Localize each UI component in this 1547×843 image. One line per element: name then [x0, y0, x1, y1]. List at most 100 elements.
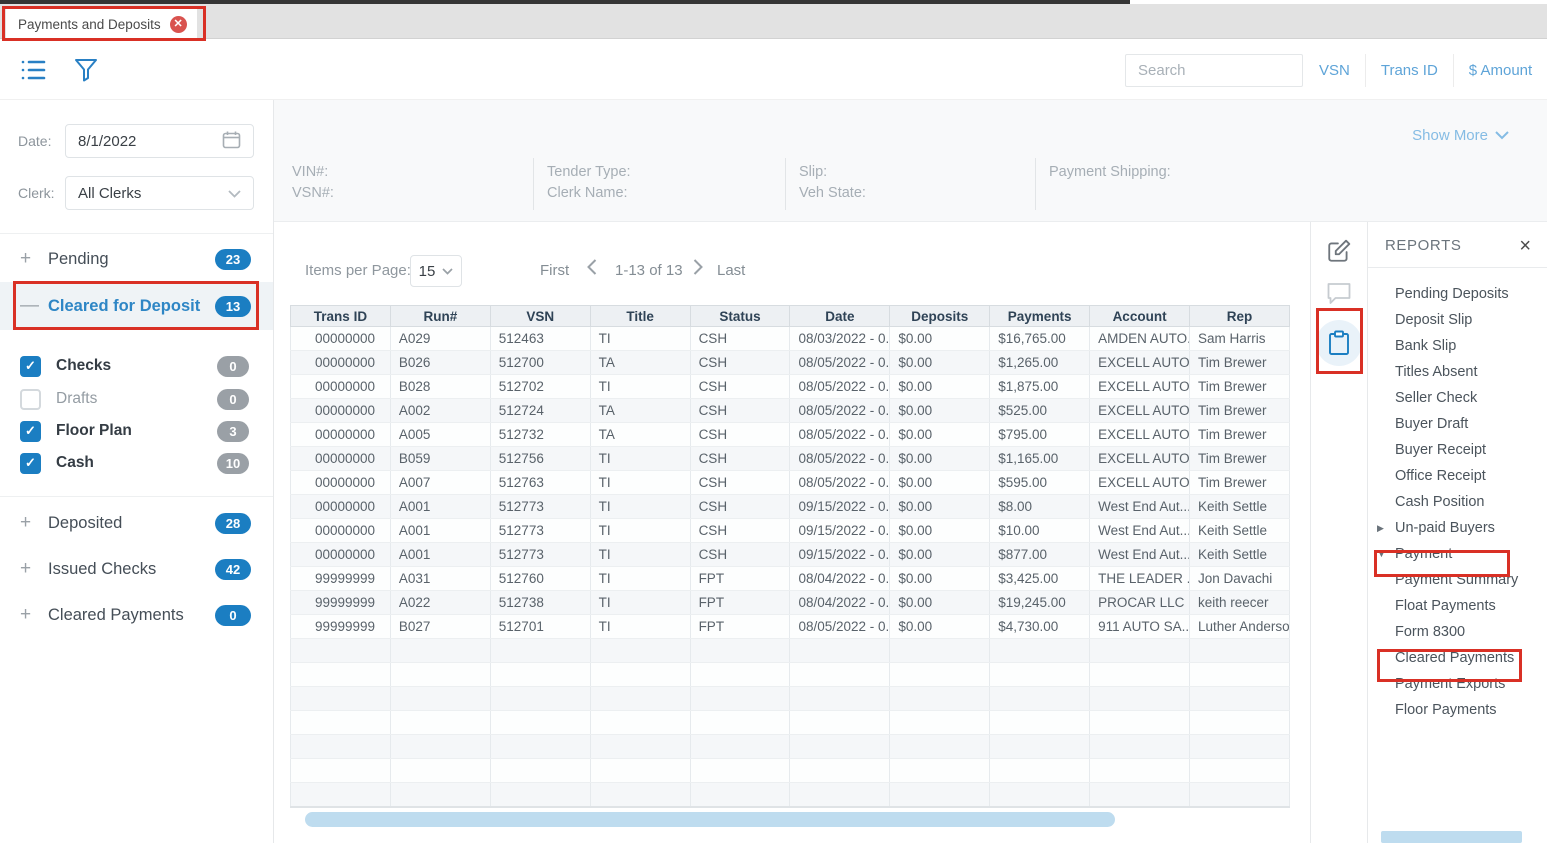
items-per-page-select[interactable]: 15 — [410, 255, 462, 287]
column-header-account[interactable]: Account — [1090, 306, 1190, 327]
report-item-un-paid-buyers[interactable]: ▶Un-paid Buyers — [1368, 515, 1547, 541]
filter-checks[interactable]: ✓ Checks 0 — [0, 350, 273, 382]
table-empty-cell — [790, 711, 890, 735]
filter-drafts[interactable]: Drafts 0 — [0, 383, 273, 415]
table-row[interactable]: 00000000A001512773TICSH09/15/2022 - 0...… — [291, 495, 1290, 519]
report-item-floor-payments[interactable]: Floor Payments — [1368, 697, 1547, 723]
date-input[interactable]: 8/1/2022 — [65, 124, 254, 158]
cash-checkbox[interactable]: ✓ — [20, 453, 41, 474]
column-header-deposits[interactable]: Deposits — [890, 306, 990, 327]
sidebar-group-cleared-for-deposit[interactable]: — Cleared for Deposit 13 — [0, 282, 273, 330]
table-row[interactable]: 00000000B028512702TICSH08/05/2022 - 0...… — [291, 375, 1290, 399]
floor-plan-checkbox[interactable]: ✓ — [20, 421, 41, 442]
table-cell: 08/05/2022 - 0... — [790, 399, 890, 423]
report-item-office-receipt[interactable]: Office Receipt — [1368, 463, 1547, 489]
show-more-link[interactable]: Show More — [1412, 127, 1509, 144]
amount-button[interactable]: $ Amount — [1454, 54, 1547, 87]
report-item-cleared-payments[interactable]: Cleared Payments — [1368, 645, 1547, 671]
clerk-select[interactable]: All Clerks — [65, 176, 254, 210]
report-item-pending-deposits[interactable]: Pending Deposits — [1368, 281, 1547, 307]
filter-cash[interactable]: ✓ Cash 10 — [0, 447, 273, 479]
table-cell: 08/05/2022 - 0... — [790, 471, 890, 495]
sidebar-group-cleared-payments[interactable]: + Cleared Payments 0 — [0, 597, 273, 633]
table-empty-cell — [590, 735, 690, 759]
table-cell: Keith Settle — [1190, 519, 1290, 543]
prev-page-icon[interactable] — [587, 259, 597, 280]
expand-plus-icon[interactable]: + — [20, 604, 48, 626]
expand-plus-icon[interactable]: + — [20, 512, 48, 534]
vsn-button[interactable]: VSN — [1304, 54, 1366, 87]
drafts-checkbox[interactable] — [20, 389, 41, 410]
table-cell: CSH — [690, 423, 790, 447]
column-header-run[interactable]: Run# — [390, 306, 490, 327]
report-item-payment[interactable]: ▼Payment — [1368, 541, 1547, 567]
sidebar-group-pending[interactable]: + Pending 23 — [0, 241, 273, 277]
table-cell: CSH — [690, 519, 790, 543]
list-icon[interactable] — [21, 59, 46, 86]
chevron-down-icon — [228, 185, 241, 202]
table-row[interactable]: 00000000A001512773TICSH09/15/2022 - 0...… — [291, 543, 1290, 567]
reports-list: Pending DepositsDeposit SlipBank SlipTit… — [1368, 268, 1547, 723]
report-item-deposit-slip[interactable]: Deposit Slip — [1368, 307, 1547, 333]
table-row[interactable]: 00000000A001512773TICSH09/15/2022 - 0...… — [291, 519, 1290, 543]
search-input[interactable] — [1125, 54, 1303, 87]
column-header-date[interactable]: Date — [790, 306, 890, 327]
collapse-minus-icon[interactable]: — — [20, 295, 48, 317]
expand-plus-icon[interactable]: + — [20, 248, 48, 270]
table-row[interactable]: 00000000A007512763TICSH08/05/2022 - 0...… — [291, 471, 1290, 495]
table-empty-cell — [1190, 735, 1290, 759]
close-icon[interactable]: × — [1519, 239, 1531, 253]
table-row[interactable]: 00000000A002512724TACSH08/05/2022 - 0...… — [291, 399, 1290, 423]
report-item-cash-position[interactable]: Cash Position — [1368, 489, 1547, 515]
filter-floor-plan[interactable]: ✓ Floor Plan 3 — [0, 415, 273, 447]
reports-panel-scrollbar[interactable] — [1381, 831, 1522, 843]
table-cell: EXCELL AUTO... — [1090, 375, 1190, 399]
expand-arrow-icon[interactable]: ▶ — [1377, 515, 1384, 541]
report-item-bank-slip[interactable]: Bank Slip — [1368, 333, 1547, 359]
column-header-vsn[interactable]: VSN — [490, 306, 590, 327]
first-page-button[interactable]: First — [540, 262, 569, 279]
table-cell: FPT — [690, 567, 790, 591]
report-item-titles-absent[interactable]: Titles Absent — [1368, 359, 1547, 385]
table-row[interactable]: 99999999A022512738TIFPT08/04/2022 - 0...… — [291, 591, 1290, 615]
table-empty-row — [291, 759, 1290, 783]
report-item-buyer-draft[interactable]: Buyer Draft — [1368, 411, 1547, 437]
column-header-rep[interactable]: Rep — [1190, 306, 1290, 327]
next-page-icon[interactable] — [693, 259, 703, 280]
table-row[interactable]: 00000000B026512700TACSH08/05/2022 - 0...… — [291, 351, 1290, 375]
funnel-icon[interactable] — [74, 57, 98, 88]
report-item-buyer-receipt[interactable]: Buyer Receipt — [1368, 437, 1547, 463]
sidebar-group-deposited[interactable]: + Deposited 28 — [0, 505, 273, 541]
report-item-seller-check[interactable]: Seller Check — [1368, 385, 1547, 411]
table-row[interactable]: 00000000A029512463TICSH08/03/2022 - 0...… — [291, 327, 1290, 351]
table-row[interactable]: 99999999A031512760TIFPT08/04/2022 - 0...… — [291, 567, 1290, 591]
column-header-trans-id[interactable]: Trans ID — [291, 306, 391, 327]
report-item-form-8300[interactable]: Form 8300 — [1368, 619, 1547, 645]
expand-plus-icon[interactable]: + — [20, 558, 48, 580]
collapse-arrow-icon[interactable]: ▼ — [1377, 541, 1386, 567]
column-header-status[interactable]: Status — [690, 306, 790, 327]
tab-payments-and-deposits[interactable]: Payments and Deposits ✕ — [6, 9, 197, 39]
table-row[interactable]: 00000000B059512756TICSH08/05/2022 - 0...… — [291, 447, 1290, 471]
table-cell: Sam Harris — [1190, 327, 1290, 351]
table-row[interactable]: 99999999B027512701TIFPT08/05/2022 - 0...… — [291, 615, 1290, 639]
sidebar-group-issued-checks[interactable]: + Issued Checks 42 — [0, 551, 273, 587]
column-header-payments[interactable]: Payments — [990, 306, 1090, 327]
report-item-payment-summary[interactable]: Payment Summary — [1368, 567, 1547, 593]
table-cell: 512738 — [490, 591, 590, 615]
report-item-payment-exports[interactable]: Payment Exports — [1368, 671, 1547, 697]
table-row[interactable]: 00000000A005512732TACSH08/05/2022 - 0...… — [291, 423, 1290, 447]
tab-close-icon[interactable]: ✕ — [170, 16, 187, 33]
calendar-icon[interactable] — [222, 130, 241, 153]
report-item-float-payments[interactable]: Float Payments — [1368, 593, 1547, 619]
edit-icon[interactable] — [1326, 238, 1352, 269]
column-header-title[interactable]: Title — [590, 306, 690, 327]
horizontal-scrollbar[interactable] — [305, 812, 1115, 827]
last-page-button[interactable]: Last — [717, 262, 745, 279]
clipboard-icon[interactable] — [1316, 320, 1362, 366]
pagination: Items per Page: 15 First 1-13 of 13 Last — [274, 255, 1310, 287]
table-cell: $0.00 — [890, 543, 990, 567]
checks-checkbox[interactable]: ✓ — [20, 356, 41, 377]
trans-id-button[interactable]: Trans ID — [1366, 54, 1454, 87]
comment-icon[interactable] — [1327, 282, 1352, 310]
